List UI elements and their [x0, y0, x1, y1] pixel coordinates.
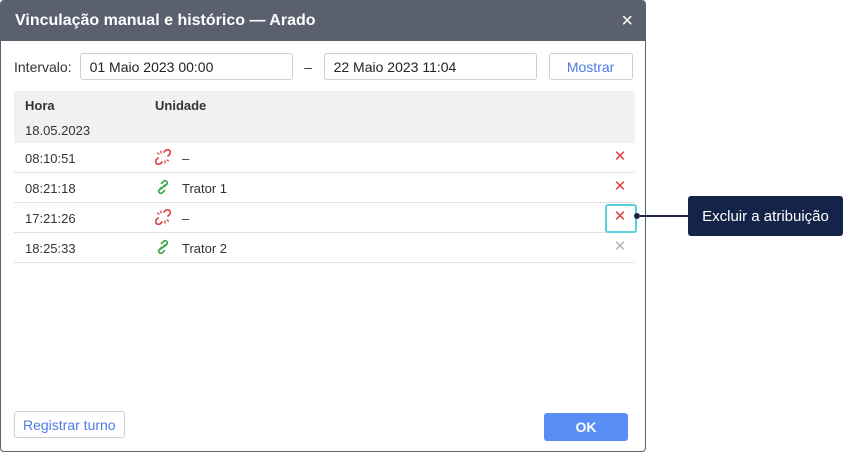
link-icon	[157, 179, 169, 195]
close-icon[interactable]: ×	[621, 11, 633, 31]
link-icon	[157, 239, 169, 255]
row-unit: Trator 1	[182, 181, 228, 196]
dialog-title: Vinculação manual e histórico — Arado	[15, 12, 316, 29]
callout-pointer-line	[640, 215, 688, 217]
table-row: 18:25:33 Trator 2 ✕	[14, 233, 635, 263]
delete-highlight-frame	[605, 204, 637, 233]
group-date: 18.05.2023	[25, 123, 91, 138]
delete-icon[interactable]: ✕	[611, 177, 629, 197]
row-unit: –	[182, 211, 190, 226]
table-header: Hora Unidade 18.05.2023	[14, 91, 635, 143]
table-row: 08:21:18 Trator 1 ✕	[14, 173, 635, 203]
row-time: 17:21:26	[25, 211, 76, 226]
date-from-input[interactable]	[79, 53, 293, 80]
row-unit: Trator 2	[182, 241, 228, 256]
show-button[interactable]: Mostrar	[548, 53, 633, 80]
unlink-icon	[155, 149, 171, 165]
history-table: Hora Unidade 18.05.2023 08:10:51 – ✕ 08:…	[14, 91, 635, 263]
interval-separator: –	[304, 58, 312, 75]
interval-label: Intervalo:	[14, 58, 72, 75]
row-unit: –	[182, 151, 190, 166]
row-time: 08:21:18	[25, 181, 76, 196]
column-header-time: Hora	[25, 98, 55, 113]
row-time: 18:25:33	[25, 241, 76, 256]
interval-bar: Intervalo: – Mostrar	[14, 53, 634, 80]
table-row: 08:10:51 – ✕	[14, 143, 635, 173]
date-to-input[interactable]	[323, 53, 537, 80]
table-row: 17:21:26 – ✕	[14, 203, 635, 233]
ok-button[interactable]: OK	[544, 413, 628, 441]
manual-binding-dialog: Vinculação manual e histórico — Arado × …	[0, 0, 646, 452]
register-shift-button[interactable]: Registrar turno	[14, 411, 125, 438]
unlink-icon	[155, 209, 171, 225]
callout-tooltip: Excluir a atribuição	[688, 196, 843, 236]
column-header-unit: Unidade	[155, 98, 207, 113]
delete-icon-disabled: ✕	[613, 238, 627, 255]
dialog-titlebar: Vinculação manual e histórico — Arado ×	[1, 1, 645, 41]
delete-icon[interactable]: ✕	[611, 147, 629, 167]
row-time: 08:10:51	[25, 151, 76, 166]
